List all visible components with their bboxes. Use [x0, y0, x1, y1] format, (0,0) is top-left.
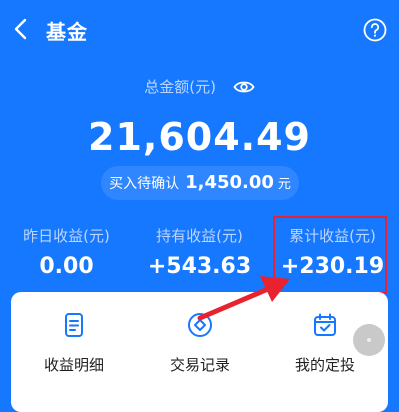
action-label: 收益明细	[43, 356, 104, 374]
question-circle-icon[interactable]	[363, 18, 387, 42]
pending-value: 1,450.00	[185, 172, 274, 193]
stat-value: +543.63	[147, 254, 252, 279]
actions-panel: 收益明细 交易记录 我的定投	[11, 292, 388, 412]
total-amount-label: 总金额(元)	[144, 78, 216, 96]
total-amount-value: 21,604.49	[88, 115, 311, 159]
floating-assistant-button[interactable]	[353, 324, 385, 356]
action-label: 交易记录	[169, 356, 230, 374]
diamond-circle-icon	[188, 313, 212, 337]
earnings-detail-button[interactable]: 收益明细	[11, 312, 137, 375]
total-label-row: 总金额(元)	[0, 76, 399, 97]
stat-value: 0.00	[39, 254, 94, 279]
page-title: 基金	[46, 20, 88, 44]
action-label: 我的定投	[294, 356, 355, 374]
pending-unit: 元	[277, 177, 291, 192]
transaction-records-button[interactable]: 交易记录	[137, 312, 263, 375]
pending-label: 买入待确认	[109, 176, 180, 192]
annotation-highlight-box	[273, 216, 387, 294]
app-header: 基金	[0, 0, 399, 62]
stat-label: 昨日收益(元)	[23, 227, 110, 245]
pending-confirmation-pill[interactable]: 买入待确认 1,450.00 元	[101, 166, 299, 200]
chevron-left-icon[interactable]	[12, 18, 30, 40]
document-icon	[65, 313, 83, 337]
calendar-check-icon	[314, 313, 336, 336]
stat-yesterday-earnings: 昨日收益(元) 0.00	[0, 225, 133, 279]
stat-holding-earnings: 持有收益(元) +543.63	[133, 225, 266, 279]
eye-icon[interactable]	[233, 79, 255, 95]
floating-button-dot	[367, 338, 371, 342]
stat-label: 持有收益(元)	[156, 227, 243, 245]
